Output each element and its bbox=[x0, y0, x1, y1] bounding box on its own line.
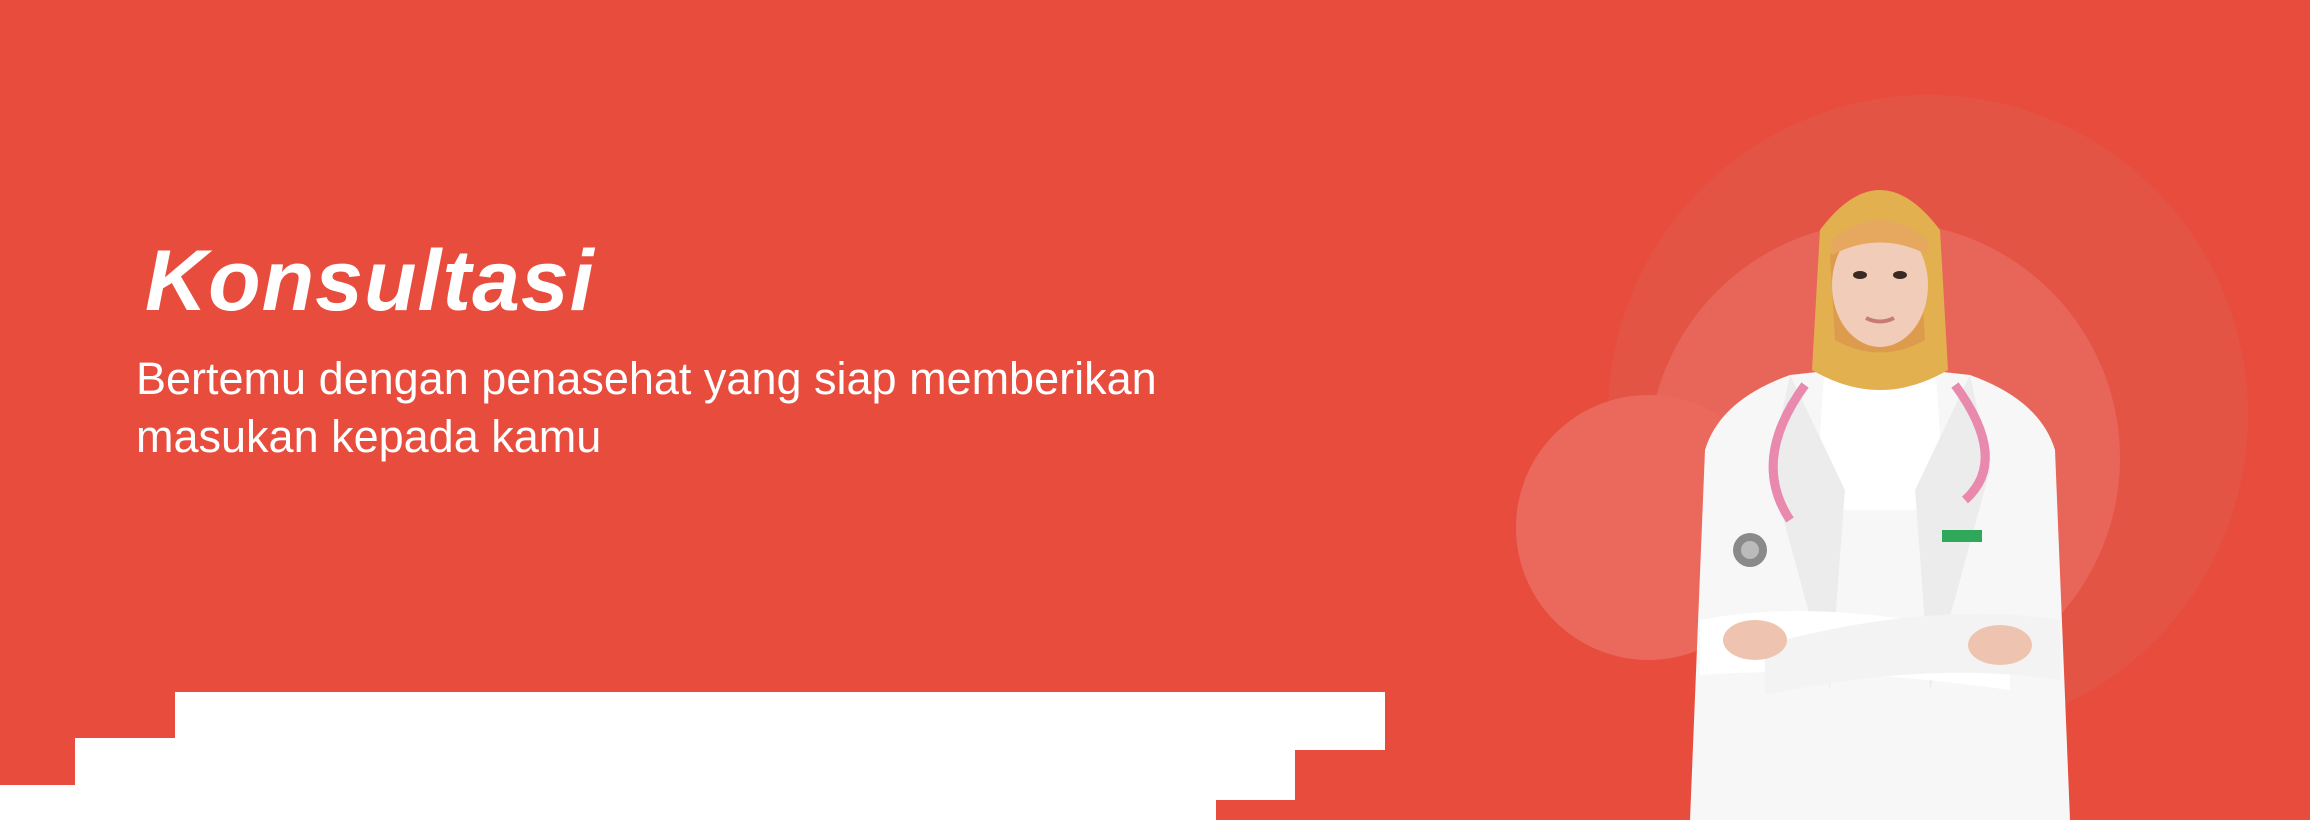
consultation-banner: Konsultasi Bertemu dengan penasehat yang… bbox=[0, 0, 2310, 820]
doctor-illustration bbox=[1690, 190, 2070, 820]
subtitle-line-2: masukan kepada kamu bbox=[136, 411, 602, 462]
subtitle-line-1: Bertemu dengan penasehat yang siap membe… bbox=[136, 353, 1157, 404]
red-notch-top-left bbox=[0, 692, 175, 738]
white-block-bottom bbox=[0, 785, 1216, 820]
page-subtitle: Bertemu dengan penasehat yang siap membe… bbox=[136, 350, 1236, 466]
page-title: Konsultasi bbox=[145, 233, 595, 329]
red-notch-bottom-left bbox=[0, 738, 75, 785]
